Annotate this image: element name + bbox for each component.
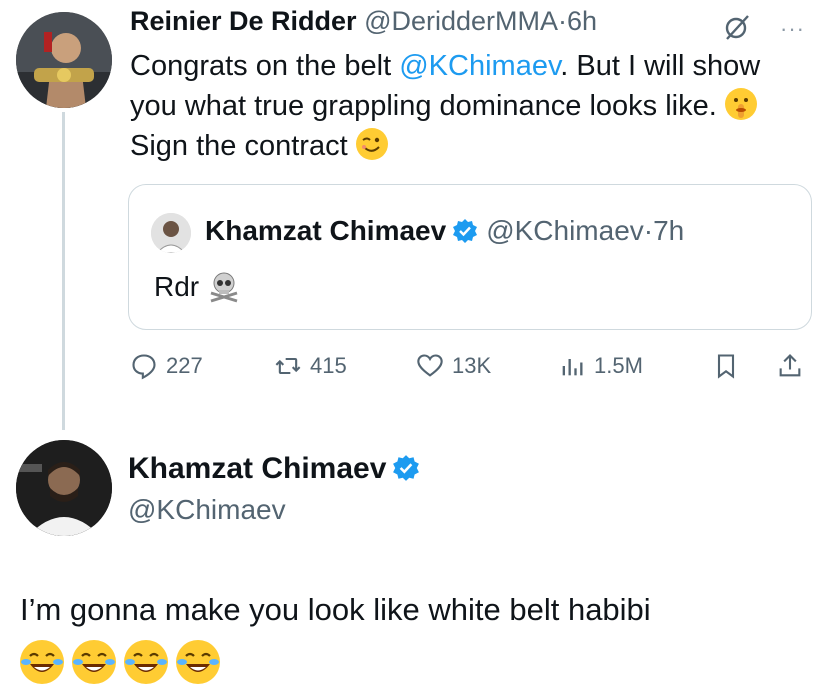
views-button[interactable]: 1.5M xyxy=(558,352,643,380)
winking-face-emoji xyxy=(355,128,388,160)
bookmark-icon xyxy=(717,354,735,379)
tweet1-mention-link[interactable]: @KChimaev xyxy=(399,50,560,82)
tweet2-author-name[interactable]: Khamzat Chimaev xyxy=(128,452,386,485)
quote-author-name[interactable]: Khamzat Chimaev xyxy=(205,215,446,246)
verified-badge-icon xyxy=(392,454,420,482)
tweet1-text-part3: Sign the contract xyxy=(130,130,356,162)
share-button[interactable] xyxy=(776,352,804,380)
like-button[interactable]: 13K xyxy=(416,352,491,380)
tweet2-avatar[interactable] xyxy=(16,440,112,536)
reply-icon xyxy=(132,354,156,380)
tweet1-text-part1: Congrats on the belt xyxy=(130,50,400,82)
shushing-face-emoji xyxy=(724,88,757,120)
quote-avatar[interactable] xyxy=(151,213,191,253)
tweet2-author-handle[interactable]: @KChimaev xyxy=(128,494,286,526)
tweet2-author-name-row: Khamzat Chimaev xyxy=(128,452,428,486)
skull-crossbones-emoji xyxy=(207,269,241,303)
repost-count: 415 xyxy=(310,353,347,378)
like-count: 13K xyxy=(452,353,492,378)
tweet1-header: Reinier De Ridder @DeridderMMA·6h xyxy=(130,6,597,37)
repost-icon xyxy=(275,357,301,375)
views-count: 1.5M xyxy=(594,353,643,378)
bookmark-button[interactable] xyxy=(712,352,740,380)
tweet1-time[interactable]: 6h xyxy=(567,6,597,36)
quote-time[interactable]: 7h xyxy=(653,215,684,246)
quote-author-handle[interactable]: @KChimaev xyxy=(486,215,644,246)
thread-line xyxy=(62,112,65,430)
laughing-tears-emoji xyxy=(124,640,168,684)
heart-icon xyxy=(417,354,443,377)
tweet2-text: I’m gonna make you look like white belt … xyxy=(20,592,651,627)
repost-button[interactable]: 415 xyxy=(274,352,347,380)
verified-badge-icon xyxy=(452,218,478,244)
quote-text-content: Rdr xyxy=(154,271,200,302)
tweet1-text: Congrats on the belt @KChimaev. But I wi… xyxy=(130,46,810,166)
quoted-tweet-card[interactable]: Khamzat Chimaev @KChimaev·7h Rdr xyxy=(128,184,812,330)
views-chart-icon xyxy=(562,359,583,376)
laughing-tears-emoji xyxy=(176,640,220,684)
share-icon xyxy=(779,354,801,377)
more-options-icon[interactable]: ··· xyxy=(780,16,805,42)
quote-text: Rdr xyxy=(154,269,241,303)
grok-icon[interactable] xyxy=(722,12,752,42)
reply-count: 227 xyxy=(166,353,203,378)
tweet1-avatar[interactable] xyxy=(16,12,112,108)
laughing-tears-emoji xyxy=(20,640,64,684)
tweet2-emoji-row xyxy=(20,640,220,684)
tweet1-actions-bar: 227 415 13K 1.5M xyxy=(130,352,816,388)
laughing-tears-emoji xyxy=(72,640,116,684)
reply-button[interactable]: 227 xyxy=(130,352,203,380)
time-separator: · xyxy=(558,6,568,36)
quote-header: Khamzat Chimaev @KChimaev·7h xyxy=(205,215,684,247)
tweet1-author-handle[interactable]: @DeridderMMA xyxy=(364,6,558,36)
tweet1-author-name[interactable]: Reinier De Ridder xyxy=(130,6,357,36)
time-separator: · xyxy=(643,215,654,246)
